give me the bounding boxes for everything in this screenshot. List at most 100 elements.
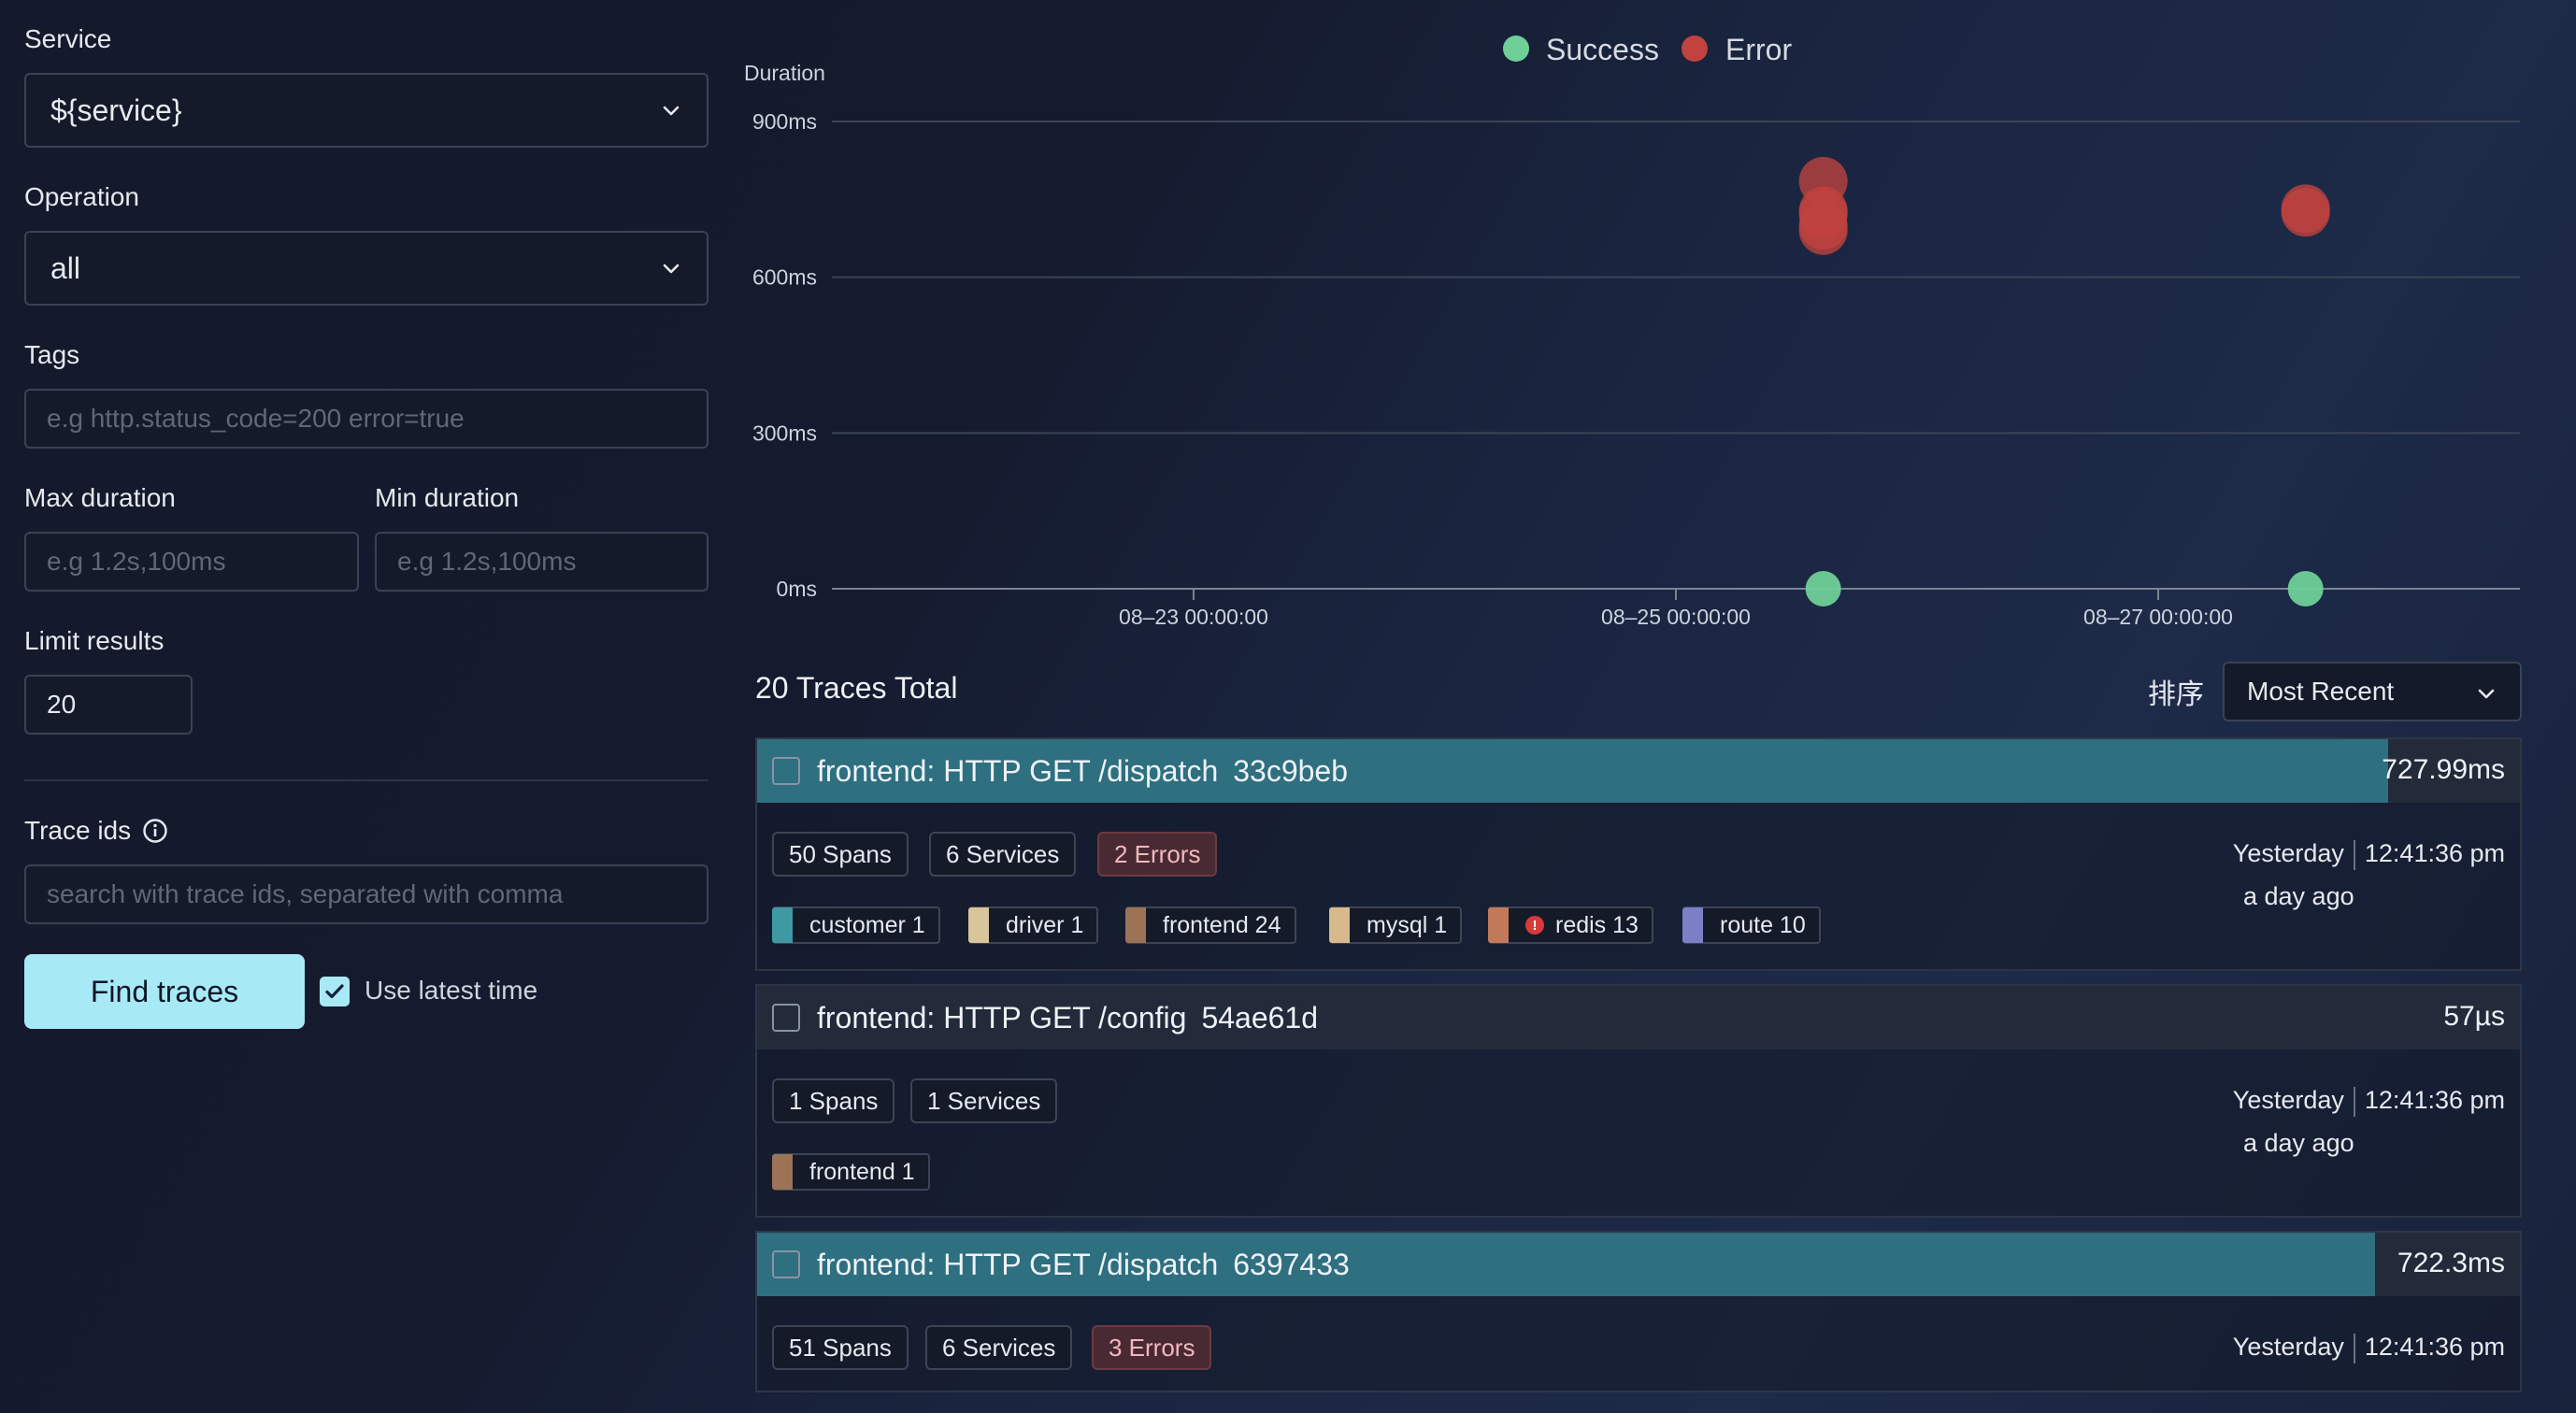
divider <box>24 779 708 781</box>
service-color-swatch <box>1682 907 1703 943</box>
service-color-swatch <box>1125 907 1146 943</box>
x-tick-labels: 08–23 00:00:00 08–25 00:00:00 08–27 00:00:… <box>1119 589 2233 629</box>
chart-gridlines <box>832 121 2520 590</box>
duration-scatter-chart: Success Error Duration 0ms 300ms 600ms 900m… <box>744 33 2520 629</box>
error-point[interactable] <box>1798 206 1848 255</box>
service-tag: route 10 <box>1682 906 1821 944</box>
trace-row[interactable]: frontend: HTTP GET /config 54ae61d 57µs 1… <box>755 984 2522 1218</box>
trace-select-checkbox[interactable] <box>772 757 800 785</box>
trace-body: 1 Spans 1 Services frontend 1 Yesterday 1… <box>757 1049 2520 1216</box>
trace-ids-label: Trace ids <box>24 816 132 845</box>
trace-time: 12:41:36 pm <box>2364 1333 2505 1361</box>
service-count-badge: 6 Services <box>925 1325 1073 1370</box>
use-latest-time-label: Use latest time <box>365 976 538 1005</box>
separator <box>2353 1333 2355 1363</box>
trace-ids-input[interactable] <box>24 864 708 924</box>
service-color-swatch <box>968 907 989 943</box>
chevron-down-icon <box>2478 689 2495 699</box>
x-tick-label: 08–23 00:00:00 <box>1119 605 1268 629</box>
legend-swatch-success <box>1503 36 1529 62</box>
service-label: Service <box>24 24 112 53</box>
traces-total: 20 Traces Total <box>755 671 958 705</box>
sort-select[interactable]: Most Recent <box>2223 662 2522 721</box>
trace-relative-time: a day ago <box>2243 882 2354 910</box>
limit-results-label: Limit results <box>24 626 165 655</box>
trace-body: 51 Spans 6 Services 3 Errors Yesterday 12… <box>757 1296 2520 1391</box>
service-tag-label: customer 1 <box>809 911 925 938</box>
tags-label: Tags <box>24 340 80 369</box>
service-tag: frontend 24 <box>1125 906 1296 944</box>
trace-name: frontend: HTTP GET /dispatch <box>817 753 1219 788</box>
service-tag-label: route 10 <box>1720 911 1806 938</box>
min-duration-input[interactable] <box>375 532 708 592</box>
service-color-swatch <box>1329 907 1350 943</box>
x-tick-label: 08–25 00:00:00 <box>1601 605 1751 629</box>
success-point[interactable] <box>1805 571 1841 607</box>
service-tag-label: frontend 1 <box>809 1158 915 1185</box>
service-tag: mysql 1 <box>1329 906 1463 944</box>
span-count-badge: 50 Spans <box>772 832 909 877</box>
trace-title[interactable]: frontend: HTTP GET /dispatch 33c9beb <box>817 754 1348 789</box>
success-point[interactable] <box>2287 571 2324 607</box>
service-tag: driver 1 <box>968 906 1099 944</box>
operation-select[interactable]: all <box>24 231 708 306</box>
error-count-badge: 2 Errors <box>1097 832 1218 877</box>
error-point[interactable] <box>2281 188 2330 237</box>
service-count-badge: 6 Services <box>929 832 1077 877</box>
trace-day: Yesterday <box>2232 1333 2344 1361</box>
trace-time: 12:41:36 pm <box>2364 1086 2505 1114</box>
service-count-badge: 1 Services <box>910 1078 1058 1123</box>
max-duration-label: Max duration <box>24 483 176 512</box>
sort-label: 排序 <box>2148 679 2204 710</box>
trace-title[interactable]: frontend: HTTP GET /config 54ae61d <box>817 1001 1318 1035</box>
service-tag: frontend 1 <box>772 1153 930 1191</box>
trace-day: Yesterday <box>2232 1086 2344 1114</box>
span-count-badge: 51 Spans <box>772 1325 909 1370</box>
trace-timestamp: Yesterday 12:41:36 pm <box>2233 1086 2505 1117</box>
x-tick-label: 08–27 00:00:00 <box>2083 605 2233 629</box>
y-tick-label: 600ms <box>752 265 817 290</box>
max-duration-input[interactable] <box>24 532 359 592</box>
trace-name: frontend: HTTP GET /config <box>817 1000 1187 1035</box>
separator <box>2353 1086 2355 1117</box>
find-traces-button[interactable]: Find traces <box>24 954 305 1029</box>
tags-input[interactable] <box>24 389 708 449</box>
trace-id: 54ae61d <box>1201 1000 1319 1035</box>
service-select[interactable]: ${service} <box>24 73 708 148</box>
chart-legend: Success Error <box>1503 33 1792 66</box>
min-duration-label: Min duration <box>375 483 520 512</box>
y-tick-label: 300ms <box>752 421 817 445</box>
trace-select-checkbox[interactable] <box>772 1004 800 1032</box>
trace-relative-time: a day ago <box>2243 1129 2354 1157</box>
search-panel: Service ${service} Operation all Tags Ma… <box>0 0 738 1392</box>
use-latest-time-checkbox[interactable] <box>320 977 350 1006</box>
chevron-down-icon <box>663 264 680 274</box>
info-icon[interactable] <box>142 818 168 844</box>
service-tag: customer 1 <box>772 906 940 944</box>
trace-duration: 722.3ms <box>2397 1248 2505 1278</box>
limit-results-input[interactable] <box>24 675 193 735</box>
trace-title[interactable]: frontend: HTTP GET /dispatch 6397433 <box>817 1248 1350 1282</box>
service-color-swatch <box>1488 907 1509 943</box>
separator <box>2353 839 2355 870</box>
operation-select-value: all <box>50 250 81 285</box>
trace-select-checkbox[interactable] <box>772 1250 800 1278</box>
error-icon: ! <box>1525 916 1544 935</box>
legend-label-error: Error <box>1725 33 1792 66</box>
trace-header[interactable]: frontend: HTTP GET /dispatch 6397433 722.… <box>757 1233 2520 1296</box>
check-icon <box>325 984 344 999</box>
trace-body: 50 Spans 6 Services 2 Errors customer 1 … <box>757 803 2520 969</box>
chevron-down-icon <box>663 106 680 116</box>
trace-timestamp: Yesterday 12:41:36 pm <box>2233 839 2505 870</box>
service-select-value: ${service} <box>50 93 182 127</box>
trace-header[interactable]: frontend: HTTP GET /dispatch 33c9beb 727.… <box>757 739 2520 803</box>
trace-time: 12:41:36 pm <box>2364 839 2505 867</box>
y-tick-label: 900ms <box>752 109 817 134</box>
trace-row[interactable]: frontend: HTTP GET /dispatch 33c9beb 727.… <box>755 737 2522 971</box>
chart-points <box>1798 156 2330 607</box>
error-count-badge: 3 Errors <box>1092 1325 1212 1370</box>
trace-row[interactable]: frontend: HTTP GET /dispatch 6397433 722.… <box>755 1231 2522 1392</box>
service-tag-label: frontend 24 <box>1163 911 1281 938</box>
service-color-swatch <box>772 907 793 943</box>
trace-header[interactable]: frontend: HTTP GET /config 54ae61d 57µs <box>757 986 2520 1049</box>
